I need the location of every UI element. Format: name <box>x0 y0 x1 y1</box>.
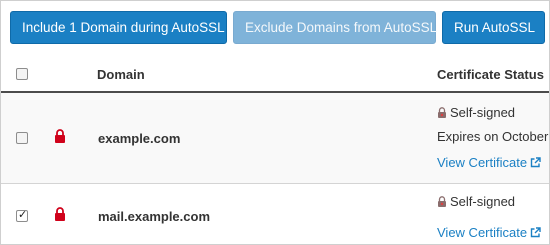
table-header: Domain Certificate Status <box>1 56 549 93</box>
certificate-status-cell: Self-signed View Certificate <box>437 192 541 241</box>
column-header-certificate-status: Certificate Status <box>437 67 544 82</box>
certificate-status: Self-signed <box>437 103 548 121</box>
exclude-domains-button[interactable]: Exclude Domains from AutoSSL <box>233 11 437 44</box>
row-checkbox[interactable] <box>16 208 28 222</box>
status-text: Self-signed <box>450 104 516 120</box>
lock-icon <box>55 207 65 221</box>
row-checkbox[interactable] <box>16 132 28 144</box>
autossl-domains-panel: Include 1 Domain during AutoSSL Exclude … <box>0 0 550 245</box>
certificate-status: Self-signed <box>437 192 541 210</box>
lock-warning-icon <box>438 106 446 118</box>
domain-name: mail.example.com <box>98 209 210 224</box>
run-autossl-button[interactable]: Run AutoSSL <box>442 11 545 44</box>
include-domain-button[interactable]: Include 1 Domain during AutoSSL <box>10 11 227 44</box>
certificate-status-cell: Self-signed Expires on October View Cert… <box>437 103 548 171</box>
table-row: example.com Self-signed Expires on Octob… <box>1 93 549 184</box>
expiry-text: Expires on October <box>437 129 549 144</box>
lock-icon <box>55 129 65 143</box>
view-certificate-link[interactable]: View Certificate <box>437 223 541 241</box>
table-row: mail.example.com Self-signed View Certif… <box>1 184 549 244</box>
select-all-checkbox[interactable] <box>16 68 28 80</box>
external-link-icon <box>530 156 541 167</box>
status-text: Self-signed <box>450 193 516 209</box>
view-certificate-link[interactable]: View Certificate <box>437 153 548 171</box>
view-certificate-label: View Certificate <box>437 224 528 240</box>
view-certificate-label: View Certificate <box>437 154 528 170</box>
column-header-domain: Domain <box>97 67 145 82</box>
domain-name: example.com <box>98 131 181 146</box>
external-link-icon <box>530 226 541 237</box>
autossl-toolbar: Include 1 Domain during AutoSSL Exclude … <box>10 11 545 44</box>
lock-warning-icon <box>438 195 446 207</box>
